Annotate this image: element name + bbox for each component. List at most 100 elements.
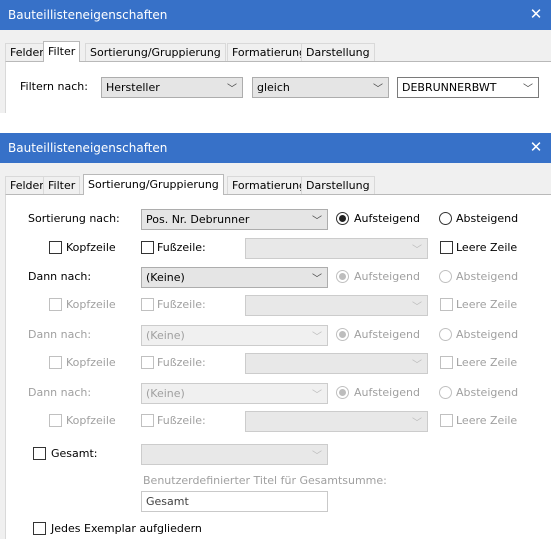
footer-checkbox-2[interactable]	[141, 298, 154, 311]
tab-filter[interactable]: Filter	[43, 41, 81, 62]
ascending-radio-4[interactable]	[336, 386, 349, 399]
chevron-down-icon: ﹀	[312, 216, 322, 227]
blank-line-checkbox-2[interactable]	[440, 298, 453, 311]
itemize-checkbox[interactable]	[33, 522, 46, 535]
tab-darstellung[interactable]: Darstellung	[301, 176, 375, 194]
chevron-down-icon: ﹀	[312, 390, 322, 401]
filter-panel: Filtern nach: Hersteller ﹀ gleich ﹀ DEBR…	[5, 61, 551, 113]
grand-total-select[interactable]: ﹀	[141, 444, 328, 465]
ascending-radio-1[interactable]	[336, 212, 349, 225]
chevron-down-icon: ﹀	[373, 84, 383, 95]
chevron-down-icon: ﹀	[312, 451, 322, 462]
then-by-label-1: Dann nach:	[28, 270, 92, 283]
filter-operator-value: gleich	[257, 81, 290, 94]
chevron-down-icon: ﹀	[523, 84, 533, 95]
then-by-value-1: (Keine)	[146, 271, 185, 284]
then-by-select-2[interactable]: (Keine) ﹀	[141, 325, 328, 346]
descending-label-4: Absteigend	[456, 386, 519, 399]
footer-checkbox-1[interactable]	[141, 241, 154, 254]
footer-checkbox-3[interactable]	[141, 356, 154, 369]
ascending-radio-2[interactable]	[336, 270, 349, 283]
filter-by-label: Filtern nach:	[20, 80, 88, 93]
blank-line-checkbox-1[interactable]	[440, 241, 453, 254]
chevron-down-icon: ﹀	[412, 245, 422, 256]
header-label-3: Kopfzeile	[66, 356, 116, 369]
descending-radio-1[interactable]	[439, 212, 452, 225]
header-checkbox-4[interactable]	[49, 414, 62, 427]
header-label-2: Kopfzeile	[66, 298, 116, 311]
tab-filter[interactable]: Filter	[43, 176, 81, 194]
descending-radio-4[interactable]	[439, 386, 452, 399]
sort-field-value: Pos. Nr. Debrunner	[146, 213, 250, 226]
blank-line-checkbox-4[interactable]	[440, 414, 453, 427]
then-by-label-3: Dann nach:	[28, 386, 92, 399]
descending-radio-3[interactable]	[439, 328, 452, 341]
tab-formatierung[interactable]: Formatierung	[227, 43, 312, 61]
close-icon[interactable]: ✕	[527, 5, 545, 23]
header-label-1: Kopfzeile	[66, 241, 116, 254]
filter-operator-select[interactable]: gleich ﹀	[252, 77, 389, 98]
then-by-value-2: (Keine)	[146, 329, 185, 342]
filter-field-select[interactable]: Hersteller ﹀	[101, 77, 243, 98]
filter-value-select[interactable]: DEBRUNNERBWT ﹀	[397, 77, 539, 98]
tab-strip: Felder Filter Sortierung/Gruppierung For…	[5, 41, 551, 62]
custom-total-title-label: Benutzerdefinierter Titel für Gesamtsumm…	[143, 474, 387, 487]
sorting-panel: Sortierung nach: Pos. Nr. Debrunner ﹀ Au…	[5, 194, 551, 539]
header-checkbox-2[interactable]	[49, 298, 62, 311]
descending-label-2: Absteigend	[456, 270, 519, 283]
grand-total-checkbox[interactable]	[33, 447, 46, 460]
then-by-label-2: Dann nach:	[28, 328, 92, 341]
ascending-label-3: Aufsteigend	[354, 328, 420, 341]
itemize-label: Jedes Exemplar aufgliedern	[51, 522, 202, 535]
sort-field-select[interactable]: Pos. Nr. Debrunner ﹀	[141, 209, 328, 230]
tab-sortierung[interactable]: Sortierung/Gruppierung	[85, 43, 226, 61]
tab-sortierung[interactable]: Sortierung/Gruppierung	[83, 174, 224, 195]
footer-select-1[interactable]: ﹀	[245, 238, 428, 259]
filter-field-value: Hersteller	[106, 81, 160, 94]
then-by-value-3: (Keine)	[146, 387, 185, 400]
header-checkbox-1[interactable]	[49, 241, 62, 254]
title-bar: Bauteillisteneigenschaften ✕	[0, 133, 551, 163]
footer-label-4: Fußzeile:	[157, 414, 206, 427]
ascending-label-1: Aufsteigend	[354, 212, 420, 225]
blank-line-checkbox-3[interactable]	[440, 356, 453, 369]
header-label-4: Kopfzeile	[66, 414, 116, 427]
then-by-select-1[interactable]: (Keine) ﹀	[141, 267, 328, 288]
footer-checkbox-4[interactable]	[141, 414, 154, 427]
chevron-down-icon: ﹀	[412, 360, 422, 371]
footer-label-3: Fußzeile:	[157, 356, 206, 369]
then-by-select-3[interactable]: (Keine) ﹀	[141, 383, 328, 404]
footer-select-4[interactable]: ﹀	[245, 411, 428, 432]
chevron-down-icon: ﹀	[312, 332, 322, 343]
footer-label-2: Fußzeile:	[157, 298, 206, 311]
dialog-title: Bauteillisteneigenschaften	[8, 141, 168, 155]
descending-label-3: Absteigend	[456, 328, 519, 341]
tab-formatierung[interactable]: Formatierung	[227, 176, 312, 194]
footer-select-2[interactable]: ﹀	[245, 295, 428, 316]
footer-label-1: Fußzeile:	[157, 241, 206, 254]
ascending-label-4: Aufsteigend	[354, 386, 420, 399]
ascending-label-2: Aufsteigend	[354, 270, 420, 283]
descending-label-1: Absteigend	[456, 212, 519, 225]
footer-select-3[interactable]: ﹀	[245, 353, 428, 374]
dialog-sorting: Bauteillisteneigenschaften ✕ Felder Filt…	[0, 133, 551, 539]
ascending-radio-3[interactable]	[336, 328, 349, 341]
custom-total-title-value: Gesamt	[146, 495, 189, 508]
descending-radio-2[interactable]	[439, 270, 452, 283]
sort-by-label: Sortierung nach:	[28, 212, 120, 225]
custom-total-title-input[interactable]: Gesamt	[141, 491, 328, 512]
dialog-filter: Bauteillisteneigenschaften ✕ Felder Filt…	[0, 0, 551, 113]
chevron-down-icon: ﹀	[412, 418, 422, 429]
tab-darstellung[interactable]: Darstellung	[301, 43, 375, 61]
blank-line-label-4: Leere Zeile	[456, 414, 518, 427]
header-checkbox-3[interactable]	[49, 356, 62, 369]
blank-line-label-3: Leere Zeile	[456, 356, 518, 369]
grand-total-label: Gesamt:	[51, 447, 98, 460]
dialog-title: Bauteillisteneigenschaften	[8, 8, 168, 22]
chevron-down-icon: ﹀	[412, 302, 422, 313]
tab-strip: Felder Filter Sortierung/Gruppierung For…	[5, 174, 551, 195]
close-icon[interactable]: ✕	[527, 138, 545, 156]
blank-line-label-1: Leere Zeile	[456, 241, 518, 254]
chevron-down-icon: ﹀	[227, 84, 237, 95]
title-bar: Bauteillisteneigenschaften ✕	[0, 0, 551, 30]
